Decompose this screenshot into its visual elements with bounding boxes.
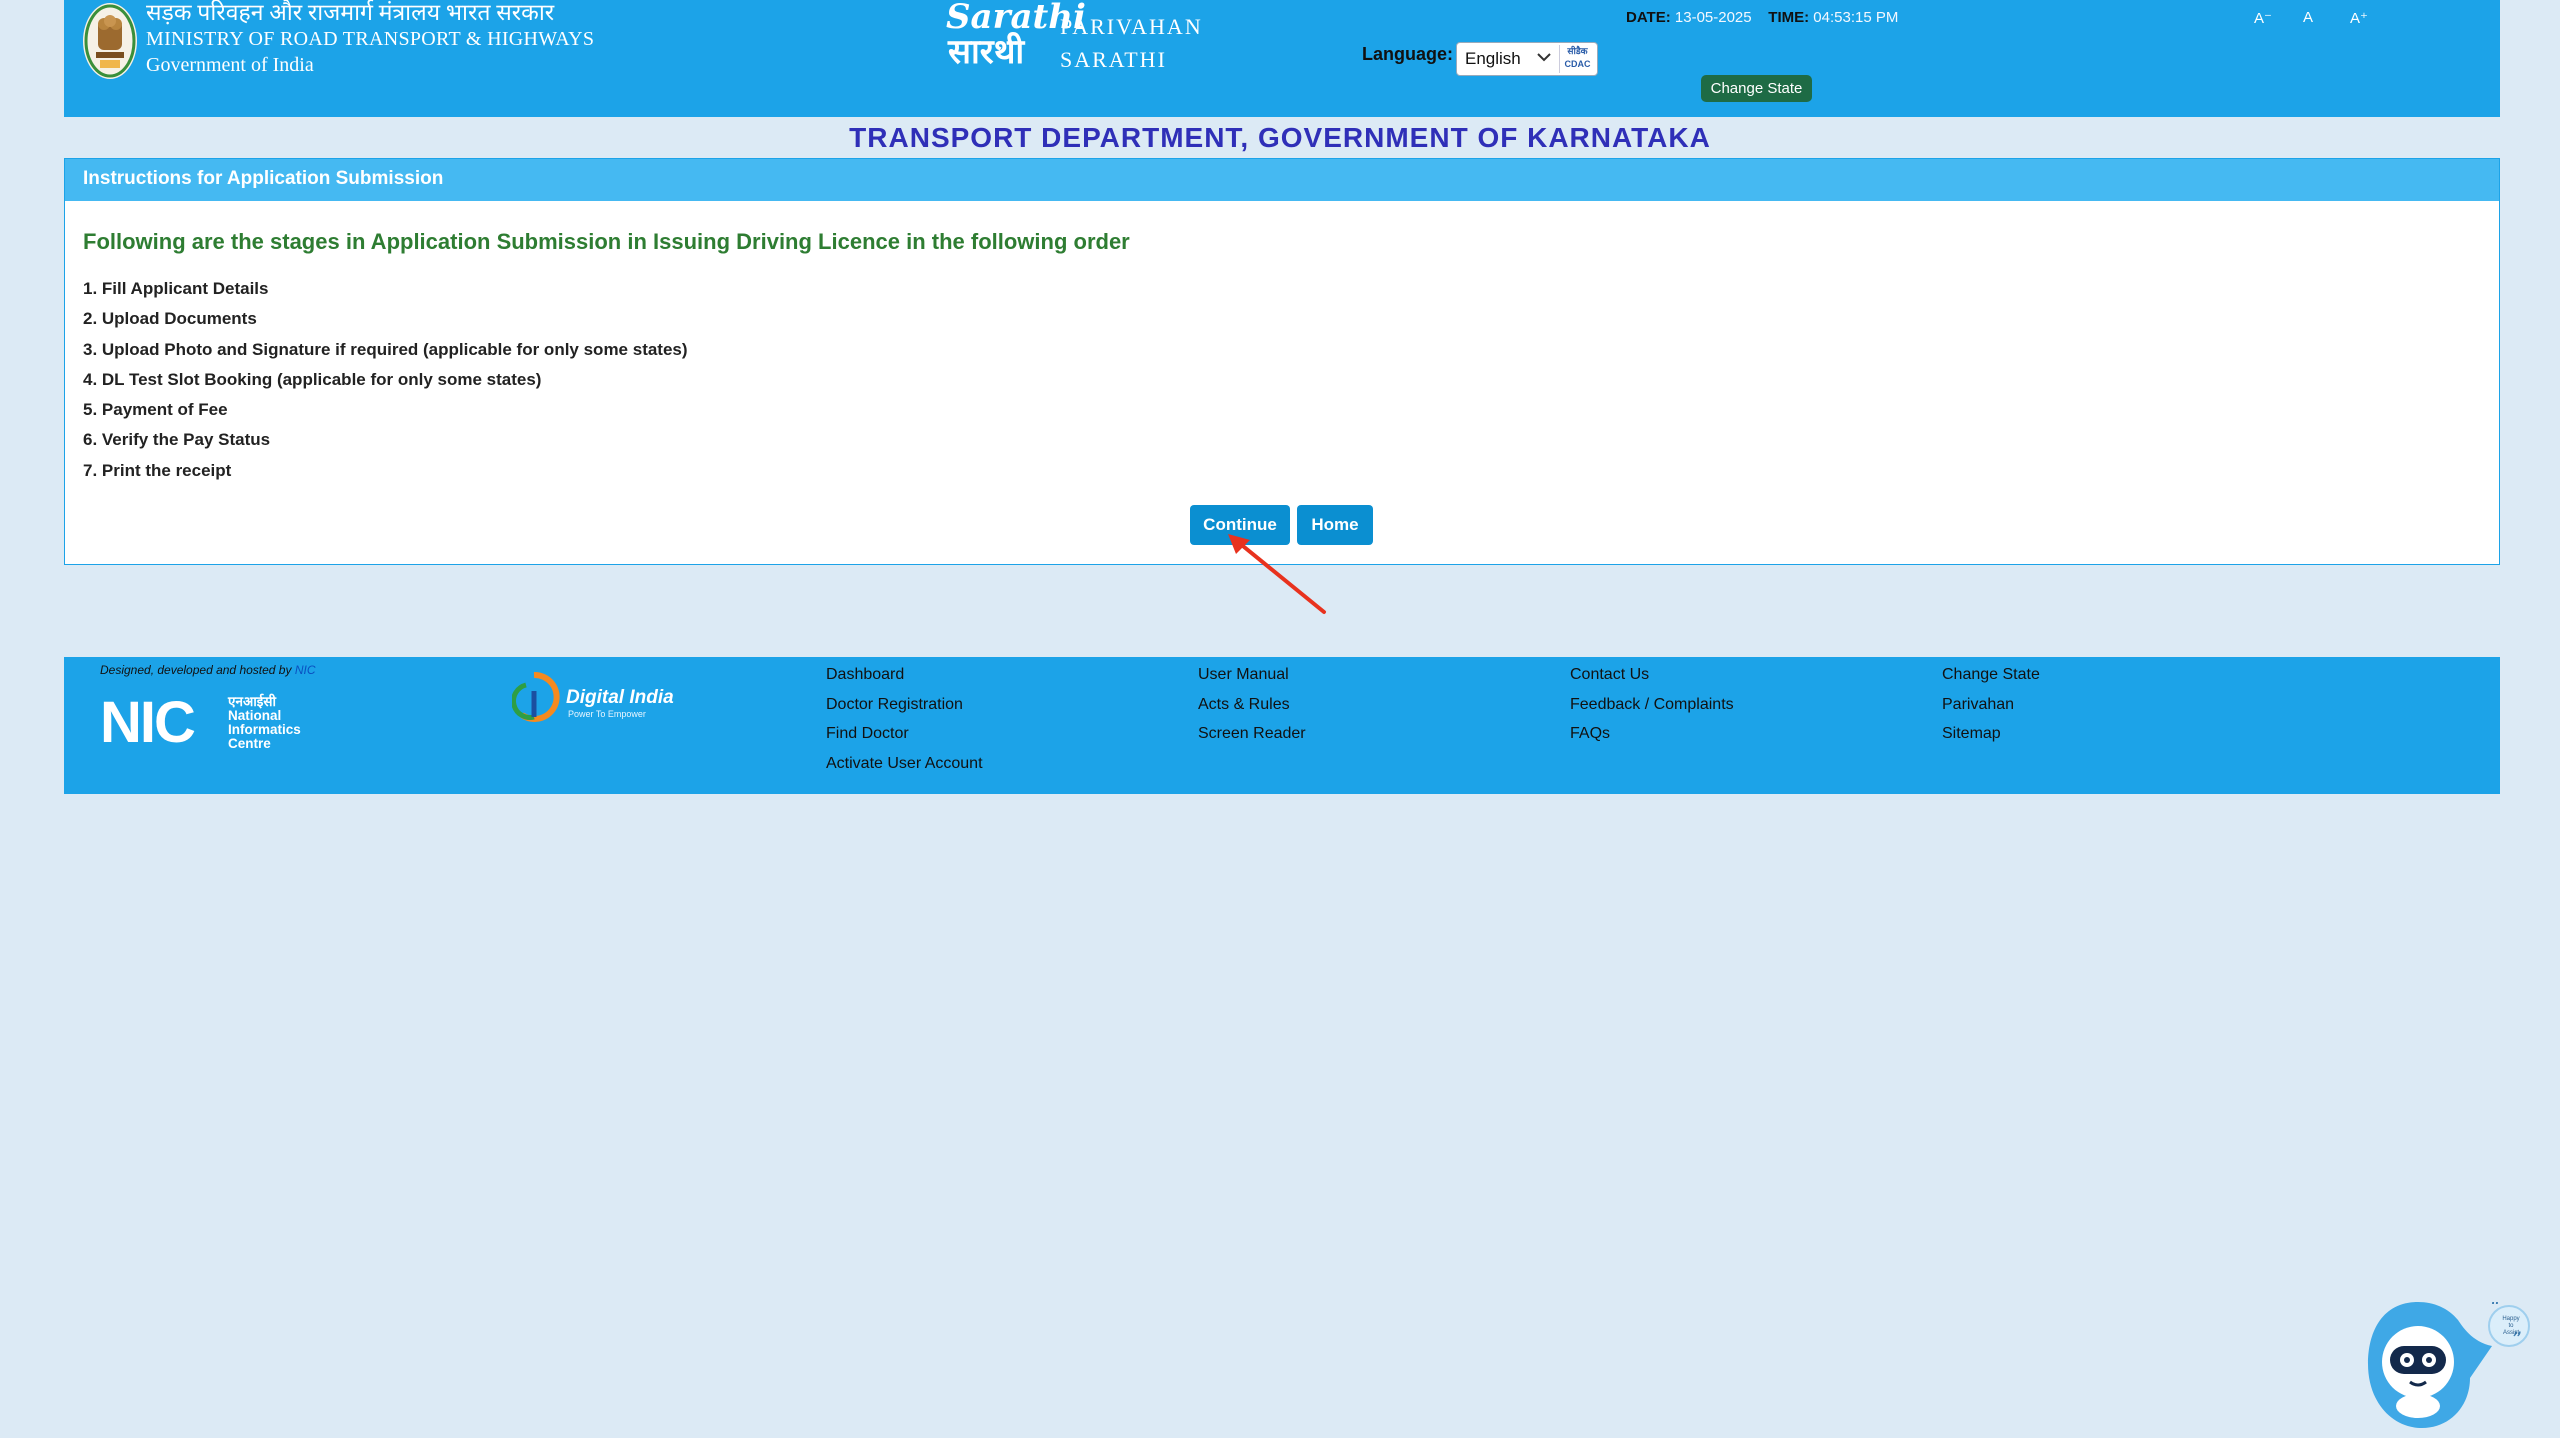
footer-link-acts-rules[interactable]: Acts & Rules: [1198, 695, 1306, 725]
font-normal-button[interactable]: A: [2303, 9, 2313, 26]
logo-line-parivahan: PARIVAHAN: [1060, 14, 1203, 39]
list-item: 4. DL Test Slot Booking (applicable for …: [83, 369, 542, 389]
nic-line1: National: [228, 708, 282, 723]
footer-link-sitemap[interactable]: Sitemap: [1942, 724, 2040, 754]
footer-link-faqs[interactable]: FAQs: [1570, 724, 1734, 754]
nic-line3: Centre: [228, 736, 271, 751]
department-title: TRANSPORT DEPARTMENT, GOVERNMENT OF KARN…: [849, 122, 1711, 153]
nic-logo-icon[interactable]: NIC एनआईसी National Informatics Centre: [100, 693, 310, 753]
site-footer: Designed, developed and hosted by NIC NI…: [64, 657, 2500, 794]
designed-text: Designed, developed and hosted by: [100, 663, 292, 677]
footer-link-dashboard[interactable]: Dashboard: [826, 665, 983, 695]
footer-link-contact-us[interactable]: Contact Us: [1570, 665, 1734, 695]
site-header: सड़क परिवहन और राजमार्ग मंत्रालय भारत सर…: [64, 0, 2500, 117]
list-item: 1. Fill Applicant Details: [83, 279, 269, 298]
font-decrease-button[interactable]: A⁻: [2254, 9, 2272, 27]
list-item: 6. Verify the Pay Status: [83, 430, 271, 450]
steps-list: 1. Fill Applicant Details 2. Upload Docu…: [83, 278, 688, 490]
footer-link-user-manual[interactable]: User Manual: [1198, 665, 1306, 695]
list-item: 3. Upload Photo and Signature if require…: [83, 339, 688, 359]
list-item: 2. Upload Documents: [83, 309, 257, 329]
sarathi-logo: Sarathi सारथी PARIVAHAN SARATHI: [946, 0, 1206, 76]
ministry-name: सड़क परिवहन और राजमार्ग मंत्रालय भारत सर…: [146, 0, 594, 78]
nic-line2: Informatics: [228, 722, 301, 737]
panel-heading: Instructions for Application Submission: [65, 159, 2499, 201]
national-emblem-icon: [82, 2, 138, 80]
footer-links-col3: Contact Us Feedback / Complaints FAQs: [1570, 665, 1734, 754]
designed-by: Designed, developed and hosted by NIC: [100, 663, 316, 677]
digital-india-tagline: Power To Empower: [568, 709, 646, 719]
nic-hindi: एनआईसी: [228, 694, 277, 709]
footer-link-feedback[interactable]: Feedback / Complaints: [1570, 695, 1734, 725]
annotation-arrow-icon: [1228, 534, 1326, 614]
footer-link-find-doctor[interactable]: Find Doctor: [826, 724, 983, 754]
language-value: English: [1465, 49, 1521, 68]
footer-links-col4: Change State Parivahan Sitemap: [1942, 665, 2040, 754]
footer-link-doctor-registration[interactable]: Doctor Registration: [826, 695, 983, 725]
language-label: Language:: [1362, 44, 1454, 64]
sarathi-logo-hindi: सारथी: [948, 32, 1025, 72]
date-value: 13-05-2025: [1674, 9, 1752, 26]
instructions-panel: Instructions for Application Submission …: [64, 158, 2500, 565]
government-of-india: Government of India: [146, 54, 314, 76]
chatbot-button[interactable]: “ ” Happy to Assist: [2362, 1295, 2532, 1430]
chatbot-bubble-text: Happy to Assist: [2502, 1316, 2520, 1336]
change-state-button[interactable]: Change State: [1701, 75, 1812, 102]
footer-links-col1: Dashboard Doctor Registration Find Docto…: [826, 665, 983, 784]
ministry-english: MINISTRY OF ROAD TRANSPORT & HIGHWAYS: [146, 28, 595, 50]
designed-org-link[interactable]: NIC: [295, 663, 316, 677]
date-time: DATE: 13-05-2025 TIME: 04:53:15 PM: [1626, 9, 1898, 26]
list-item: 5. Payment of Fee: [83, 400, 228, 420]
panel-subtitle: Following are the stages in Application …: [83, 229, 1130, 254]
chevron-down-icon: [1537, 49, 1551, 65]
date-label: DATE:: [1626, 9, 1671, 26]
list-item: 7. Print the receipt: [83, 460, 232, 480]
font-increase-button[interactable]: A⁺: [2350, 9, 2368, 27]
ministry-hindi: सड़क परिवहन और राजमार्ग मंत्रालय भारत सर…: [146, 0, 555, 25]
time-label: TIME:: [1768, 9, 1810, 26]
footer-link-screen-reader[interactable]: Screen Reader: [1198, 724, 1306, 754]
svg-text:“: “: [2490, 1302, 2500, 1319]
footer-link-activate-user-account[interactable]: Activate User Account: [826, 754, 983, 784]
digital-india-icon[interactable]: Digital India Power To Empower: [512, 661, 682, 725]
nic-logo-text: NIC: [100, 690, 196, 755]
cdac-badge: सीडैक CDAC: [1559, 45, 1595, 73]
footer-links-col2: User Manual Acts & Rules Screen Reader: [1198, 665, 1306, 754]
logo-line-sarathi: SARATHI: [1060, 47, 1167, 72]
digital-india-text: Digital India: [566, 687, 674, 708]
time-value: 04:53:15 PM: [1813, 9, 1899, 26]
footer-link-parivahan[interactable]: Parivahan: [1942, 695, 2040, 725]
footer-link-change-state[interactable]: Change State: [1942, 665, 2040, 695]
language-select[interactable]: English सीडैक CDAC: [1456, 42, 1598, 76]
